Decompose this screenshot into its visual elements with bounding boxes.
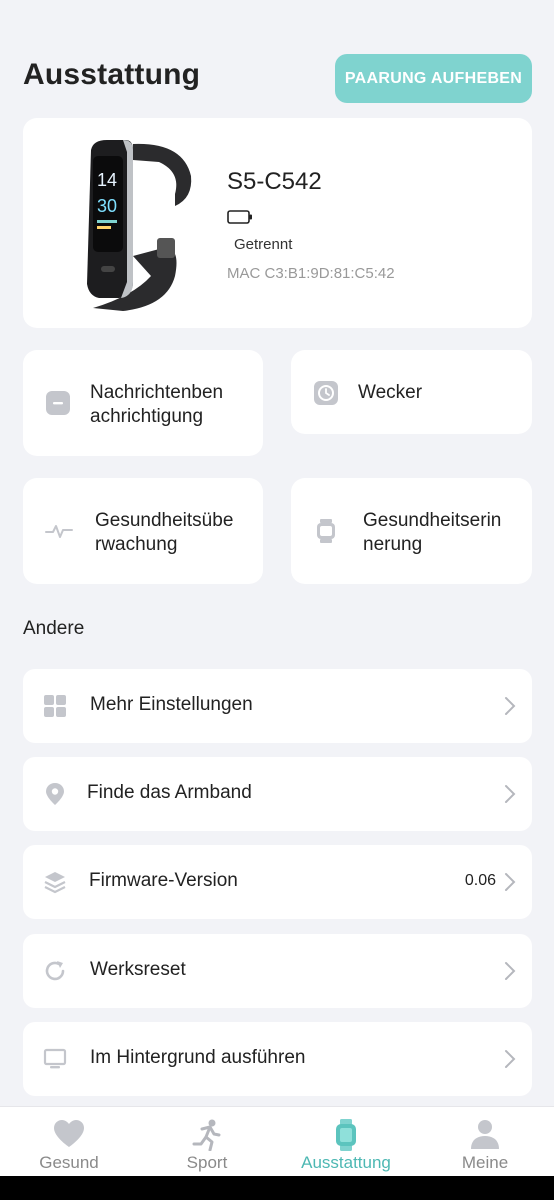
nav-label: Sport xyxy=(186,1153,228,1172)
system-bar xyxy=(0,1176,554,1200)
clock-icon xyxy=(314,381,338,405)
tile-label-line2: achrichtigung xyxy=(90,406,204,427)
chevron-right-icon xyxy=(505,1050,516,1068)
row-firmware-version[interactable]: Firmware-Version 0.06 xyxy=(23,845,532,919)
row-find-band[interactable]: Finde das Armband xyxy=(23,757,532,831)
heartbeat-icon xyxy=(45,525,73,538)
row-label: Mehr Einstellungen xyxy=(90,694,253,715)
row-factory-reset[interactable]: Werksreset xyxy=(23,934,532,1008)
tile-alarm[interactable]: Wecker xyxy=(291,350,532,434)
nav-label: Meine xyxy=(461,1153,509,1172)
row-label: Werksreset xyxy=(90,959,186,980)
chevron-right-icon xyxy=(505,873,516,891)
tile-label-line1: Wecker xyxy=(358,382,423,403)
heart-icon xyxy=(54,1120,84,1147)
svg-text:30: 30 xyxy=(97,196,117,216)
bottom-navigation: Gesund Sport Ausstattung Meine xyxy=(0,1106,554,1176)
row-label: Im Hintergrund ausführen xyxy=(90,1047,306,1068)
row-label: Firmware-Version xyxy=(89,870,238,891)
tile-label: Gesundheitsübe rwachung xyxy=(95,509,233,557)
connection-status: Getrennt xyxy=(234,236,293,253)
band-icon xyxy=(336,1119,356,1151)
nav-item-meine[interactable]: Meine xyxy=(416,1107,554,1177)
monitor-icon xyxy=(43,1048,67,1069)
tile-label-line2: nerung xyxy=(363,534,423,555)
tile-label-line2: rwachung xyxy=(95,534,178,555)
tile-message-notification[interactable]: Nachrichtenben achrichtigung xyxy=(23,350,263,456)
device-card[interactable]: 14 30 S5-C542 Getrennt MAC C3:B1:9D:81:C… xyxy=(23,118,532,328)
location-pin-icon xyxy=(46,783,64,805)
row-label: Finde das Armband xyxy=(87,782,252,803)
svg-text:14: 14 xyxy=(97,170,117,190)
refresh-icon xyxy=(45,961,65,981)
person-icon xyxy=(471,1120,499,1149)
grid-icon xyxy=(44,695,66,717)
mac-address: MAC C3:B1:9D:81:C5:42 xyxy=(227,265,395,282)
tile-label: Nachrichtenben achrichtigung xyxy=(90,381,223,429)
fitness-band-image: 14 30 xyxy=(87,140,192,311)
row-run-in-background[interactable]: Im Hintergrund ausführen xyxy=(23,1022,532,1096)
battery-icon xyxy=(227,210,252,224)
layers-icon xyxy=(44,872,66,894)
nav-label: Gesund xyxy=(39,1153,99,1172)
tile-label-line1: Nachrichtenben xyxy=(90,382,224,403)
device-name: S5-C542 xyxy=(227,168,322,195)
tile-label-line1: Gesundheitserin xyxy=(363,510,502,531)
tile-health-reminder[interactable]: Gesundheitserin nerung xyxy=(291,478,532,584)
tile-label-line1: Gesundheitsübe xyxy=(95,510,234,531)
unpair-button[interactable]: PAARUNG AUFHEBEN xyxy=(335,54,532,103)
message-icon xyxy=(46,391,70,415)
running-icon xyxy=(192,1119,221,1151)
tile-label: Wecker xyxy=(358,381,422,405)
nav-label: Ausstattung xyxy=(301,1153,391,1172)
tile-health-monitoring[interactable]: Gesundheitsübe rwachung xyxy=(23,478,263,584)
tile-label: Gesundheitserin nerung xyxy=(363,509,501,557)
nav-item-gesund[interactable]: Gesund xyxy=(0,1107,138,1177)
page-title: Ausstattung xyxy=(23,58,201,91)
chevron-right-icon xyxy=(505,697,516,715)
header: Ausstattung PAARUNG AUFHEBEN xyxy=(0,0,554,110)
chevron-right-icon xyxy=(505,962,516,980)
nav-item-ausstattung[interactable]: Ausstattung xyxy=(277,1107,415,1177)
firmware-version-value: 0.06 xyxy=(464,872,496,889)
nav-item-sport[interactable]: Sport xyxy=(138,1107,276,1177)
section-label-other: Andere xyxy=(23,618,85,639)
chevron-right-icon xyxy=(505,785,516,803)
row-more-settings[interactable]: Mehr Einstellungen xyxy=(23,669,532,743)
watch-icon xyxy=(317,519,335,543)
